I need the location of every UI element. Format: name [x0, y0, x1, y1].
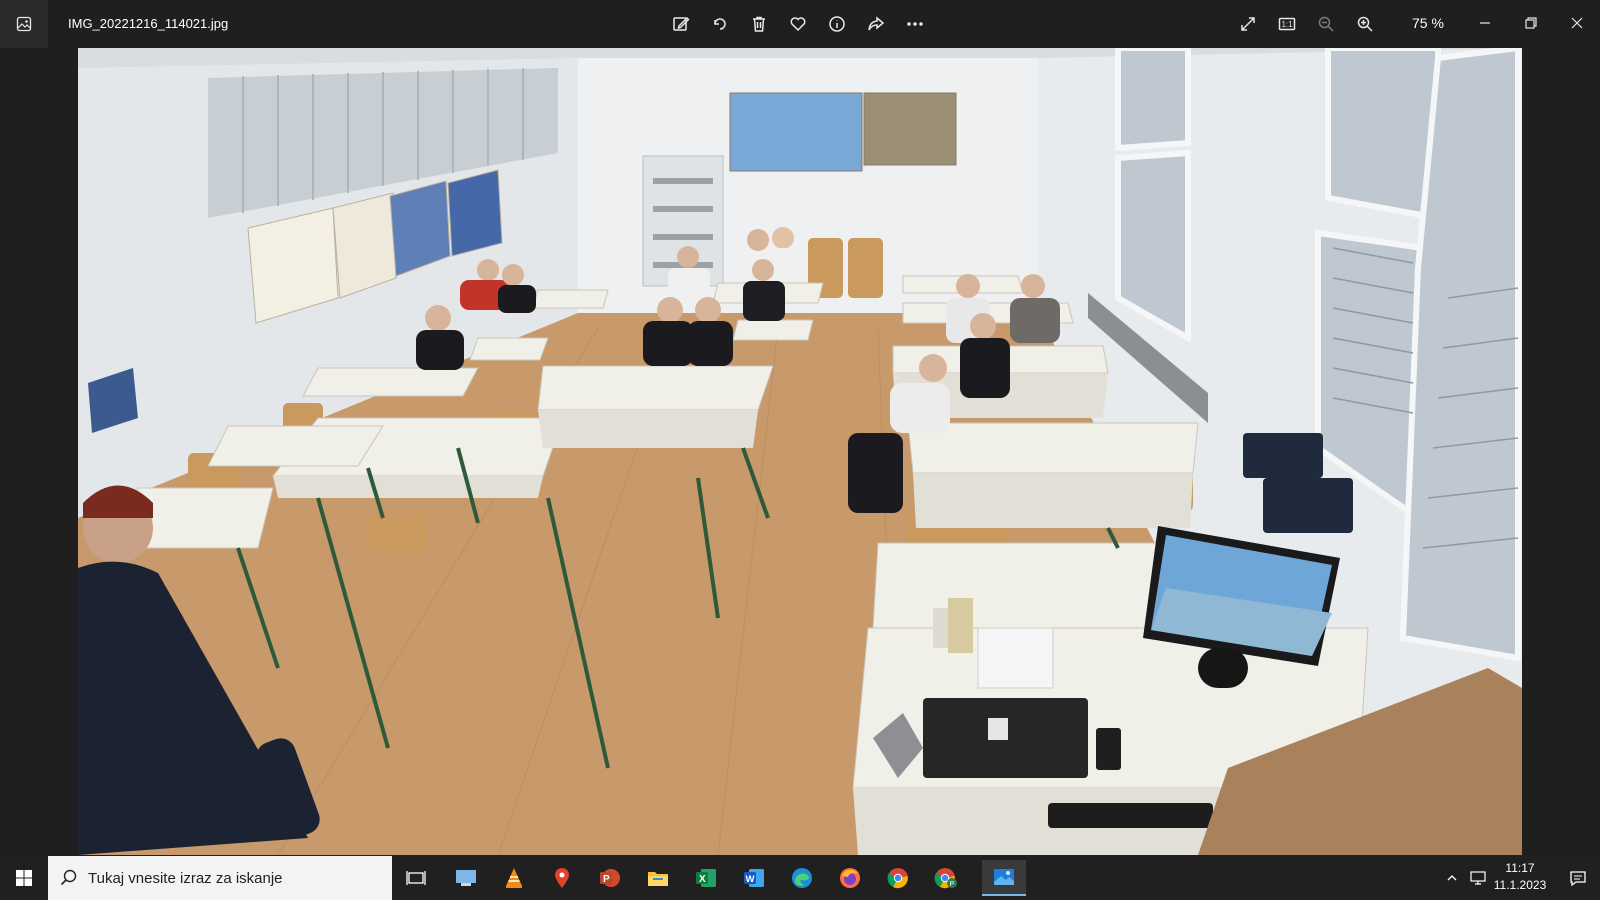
- rotate-icon[interactable]: [705, 9, 735, 39]
- windows-icon: [16, 870, 32, 886]
- clock-time: 11:17: [1505, 861, 1535, 875]
- svg-text:P: P: [603, 874, 610, 885]
- photos-app-icon: [0, 0, 48, 48]
- file-name: IMG_20221216_114021.jpg: [68, 16, 229, 31]
- file-explorer-icon[interactable]: [636, 860, 680, 896]
- remote-desktop-icon[interactable]: [444, 860, 488, 896]
- svg-text:X: X: [699, 874, 706, 885]
- start-button[interactable]: [0, 856, 48, 900]
- search-icon: [60, 869, 77, 886]
- image-viewer[interactable]: [0, 48, 1600, 856]
- search-box[interactable]: Tukaj vnesite izraz za iskanje: [48, 856, 392, 900]
- minimize-button[interactable]: [1470, 8, 1500, 38]
- edit-icon[interactable]: [666, 9, 696, 39]
- svg-text:P: P: [950, 881, 955, 888]
- notifications-icon[interactable]: [1560, 856, 1596, 900]
- delete-icon[interactable]: [744, 9, 774, 39]
- zoom-in-icon[interactable]: [1350, 9, 1380, 39]
- firefox-icon[interactable]: [828, 860, 872, 896]
- info-icon[interactable]: [822, 9, 852, 39]
- maps-icon[interactable]: [540, 860, 584, 896]
- zoom-level[interactable]: 75 %: [1412, 15, 1444, 31]
- task-view-icon[interactable]: [394, 860, 438, 896]
- system-clock[interactable]: 11:17 11.1.2023: [1480, 860, 1560, 894]
- fullscreen-icon[interactable]: [1233, 9, 1263, 39]
- word-icon[interactable]: W: [732, 860, 776, 896]
- actual-size-label: 1:1: [1281, 19, 1293, 29]
- actual-size-icon[interactable]: 1:1: [1272, 9, 1302, 39]
- vlc-icon[interactable]: [492, 860, 536, 896]
- svg-text:W: W: [746, 874, 755, 885]
- restore-button[interactable]: [1516, 8, 1546, 38]
- more-icon[interactable]: [900, 9, 930, 39]
- show-hidden-icons-icon[interactable]: [1440, 856, 1464, 900]
- edge-icon[interactable]: [780, 860, 824, 896]
- classroom-photo[interactable]: [78, 48, 1522, 855]
- excel-icon[interactable]: X: [684, 860, 728, 896]
- title-bar: IMG_20221216_114021.jpg 1:1 75 %: [0, 0, 1600, 48]
- powerpoint-icon[interactable]: P: [588, 860, 632, 896]
- classroom-photo-illustration: [78, 48, 1522, 855]
- zoom-out-icon[interactable]: [1311, 9, 1341, 39]
- taskbar: Tukaj vnesite izraz za iskanje P X W P 1…: [0, 856, 1600, 900]
- photos-icon[interactable]: [982, 860, 1026, 896]
- favorite-icon[interactable]: [783, 9, 813, 39]
- chrome-icon[interactable]: [876, 860, 920, 896]
- search-placeholder: Tukaj vnesite izraz za iskanje: [88, 869, 283, 887]
- close-button[interactable]: [1562, 8, 1592, 38]
- share-icon[interactable]: [861, 9, 891, 39]
- chrome-profile-icon[interactable]: P: [924, 860, 968, 896]
- clock-date: 11.1.2023: [1493, 878, 1547, 892]
